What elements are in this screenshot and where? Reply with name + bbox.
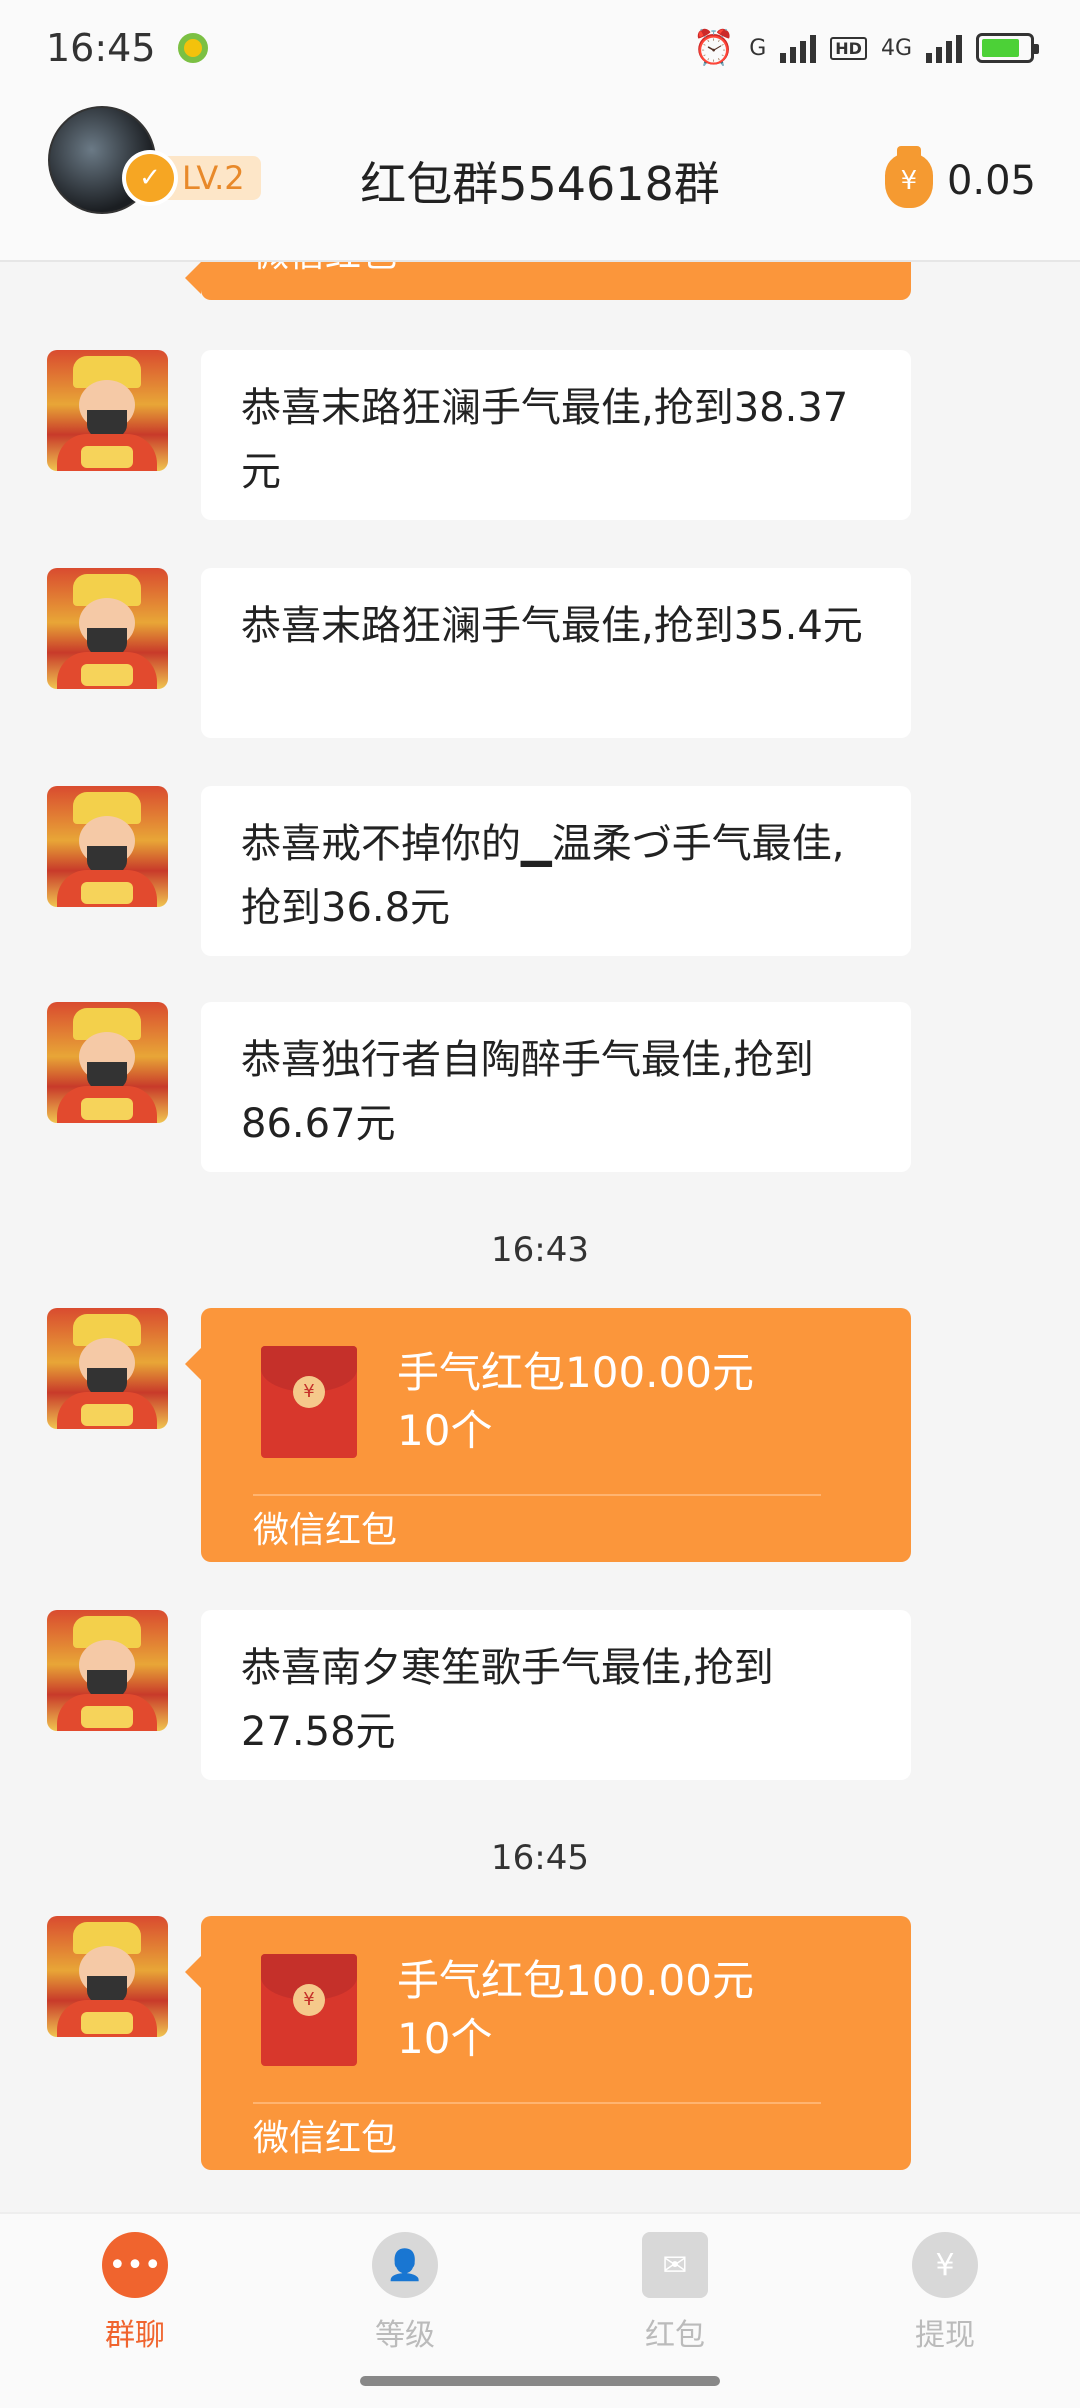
network-g-label: G bbox=[749, 35, 767, 61]
red-envelope-icon: ¥ bbox=[261, 1346, 357, 1458]
sender-avatar[interactable] bbox=[47, 1916, 168, 2037]
signal-icon bbox=[780, 33, 817, 63]
chat-bubble-icon: ••• bbox=[102, 2232, 168, 2298]
redpacket-count: 10个 bbox=[397, 1406, 493, 1455]
redpacket-footer: 微信红包 bbox=[253, 1510, 398, 1551]
redpacket-message[interactable]: ¥ 手气红包100.00元 10个 微信红包 bbox=[185, 1308, 911, 1562]
red-envelope-icon: ✉ bbox=[642, 2232, 708, 2298]
tab-label: 等级 bbox=[375, 2318, 435, 2353]
money-bag-icon: ¥ bbox=[912, 2232, 978, 2298]
hd-badge: HD bbox=[830, 36, 867, 60]
text-message: 恭喜末路狂澜手气最佳,抢到35.4元 bbox=[201, 568, 911, 738]
redpacket-footer: 微信红包 bbox=[253, 2118, 398, 2159]
text-message: 恭喜南夕寒笙歌手气最佳,抢到27.58元 bbox=[201, 1610, 911, 1780]
sender-avatar[interactable] bbox=[47, 1002, 168, 1123]
divider bbox=[253, 1494, 821, 1496]
money-bag-icon: ¥ bbox=[884, 146, 933, 208]
tab-withdraw[interactable]: ¥ 提现 bbox=[875, 2232, 1015, 2354]
text-message: 恭喜末路狂澜手气最佳,抢到38.37元 bbox=[201, 350, 911, 520]
alarm-icon: ⏰ bbox=[692, 28, 736, 68]
signal-icon-2 bbox=[926, 33, 962, 63]
sender-avatar[interactable] bbox=[47, 1610, 168, 1731]
battery-icon bbox=[976, 33, 1039, 63]
wallet-balance[interactable]: ¥ 0.05 bbox=[884, 146, 1036, 208]
sender-avatar[interactable] bbox=[47, 350, 168, 471]
red-envelope-icon: ¥ bbox=[261, 1954, 357, 2066]
status-bar: 16:45 ⏰ G HD 4G bbox=[0, 0, 1080, 96]
chat-list[interactable]: 微信红包 恭喜末路狂澜手气最佳,抢到38.37元 恭喜末路狂澜手气最佳,抢到35… bbox=[0, 262, 1080, 2212]
user-level-icon: 👤 bbox=[372, 2232, 438, 2298]
network-4g-label: 4G bbox=[880, 35, 912, 61]
tab-label: 群聊 bbox=[105, 2318, 165, 2353]
sender-avatar[interactable] bbox=[47, 568, 168, 689]
text-message: 恭喜独行者自陶醉手气最佳,抢到86.67元 bbox=[201, 1002, 911, 1172]
tab-group-chat[interactable]: ••• 群聊 bbox=[65, 2232, 205, 2354]
sender-avatar[interactable] bbox=[47, 1308, 168, 1429]
app-notification-icon bbox=[177, 33, 208, 63]
tab-label: 红包 bbox=[645, 2318, 705, 2353]
redpacket-title: 手气红包100.00元 bbox=[397, 1348, 754, 1397]
status-icons: ⏰ G HD 4G bbox=[692, 28, 1039, 68]
text-message: 恭喜戒不掉你的▁温柔づ手气最佳,抢到36.8元 bbox=[201, 786, 911, 956]
tab-level[interactable]: 👤 等级 bbox=[335, 2232, 475, 2354]
tab-redpacket[interactable]: ✉ 红包 bbox=[605, 2232, 745, 2354]
redpacket-footer: 微信红包 bbox=[253, 262, 397, 282]
divider bbox=[253, 2102, 821, 2104]
balance-value: 0.05 bbox=[946, 158, 1036, 204]
diamond-icon: ✓ bbox=[126, 154, 174, 202]
redpacket-count: 10个 bbox=[397, 2014, 493, 2063]
chat-header: ✓ LV.2 红包群554618群 ¥ 0.05 bbox=[0, 96, 1080, 262]
redpacket-title: 手气红包100.00元 bbox=[397, 1956, 754, 2005]
timestamp: 16:45 bbox=[491, 1838, 589, 1878]
redpacket-message-partial[interactable]: 微信红包 bbox=[185, 262, 911, 300]
timestamp: 16:43 bbox=[491, 1230, 589, 1270]
tab-label: 提现 bbox=[915, 2318, 975, 2353]
status-time: 16:45 bbox=[46, 26, 156, 70]
home-indicator[interactable] bbox=[360, 2376, 720, 2386]
redpacket-message[interactable]: ¥ 手气红包100.00元 10个 微信红包 bbox=[185, 1916, 911, 2170]
sender-avatar[interactable] bbox=[47, 786, 168, 907]
